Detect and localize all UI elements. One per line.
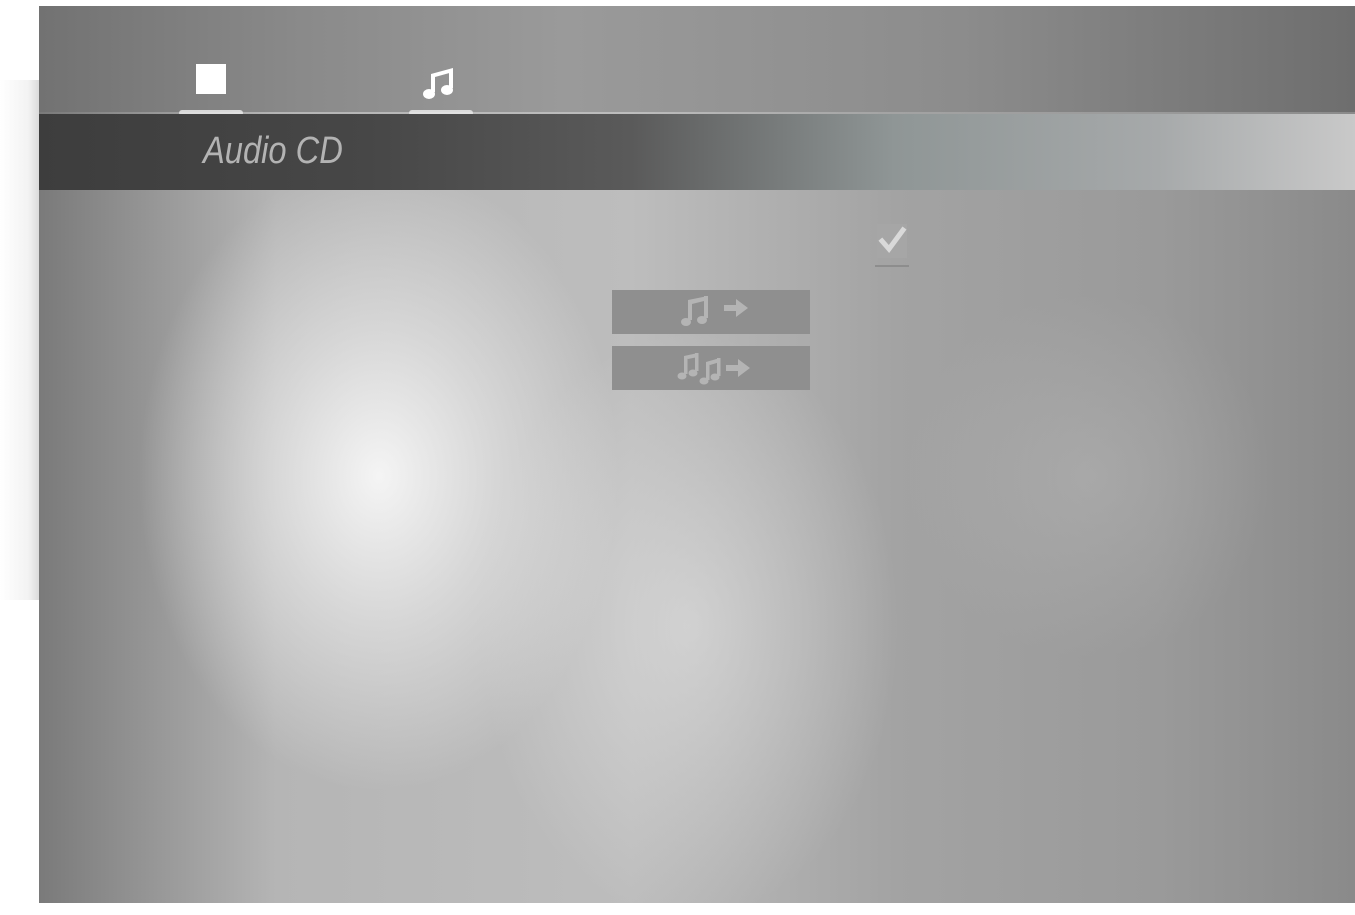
checkmark-icon: [878, 226, 907, 253]
tab-disc[interactable]: [171, 6, 251, 120]
single-track-arrow-button[interactable]: [612, 290, 810, 334]
disc-square-icon: [196, 64, 226, 94]
checkbox-underline: [875, 265, 909, 267]
music-notes-arrow-icon: [677, 353, 750, 385]
audio-cd-menu: Audio CD: [39, 6, 1355, 903]
tab-music[interactable]: [401, 6, 481, 120]
all-tracks-arrow-button[interactable]: [612, 346, 810, 390]
left-bezel: [0, 80, 40, 600]
checkbox[interactable]: [877, 224, 907, 258]
music-note-arrow-icon: [681, 296, 748, 326]
music-note-icon: [421, 64, 461, 109]
tv-menu-screen: Audio CD: [0, 0, 1355, 915]
page-title: Audio CD: [203, 130, 343, 172]
check-option[interactable]: [875, 220, 911, 272]
